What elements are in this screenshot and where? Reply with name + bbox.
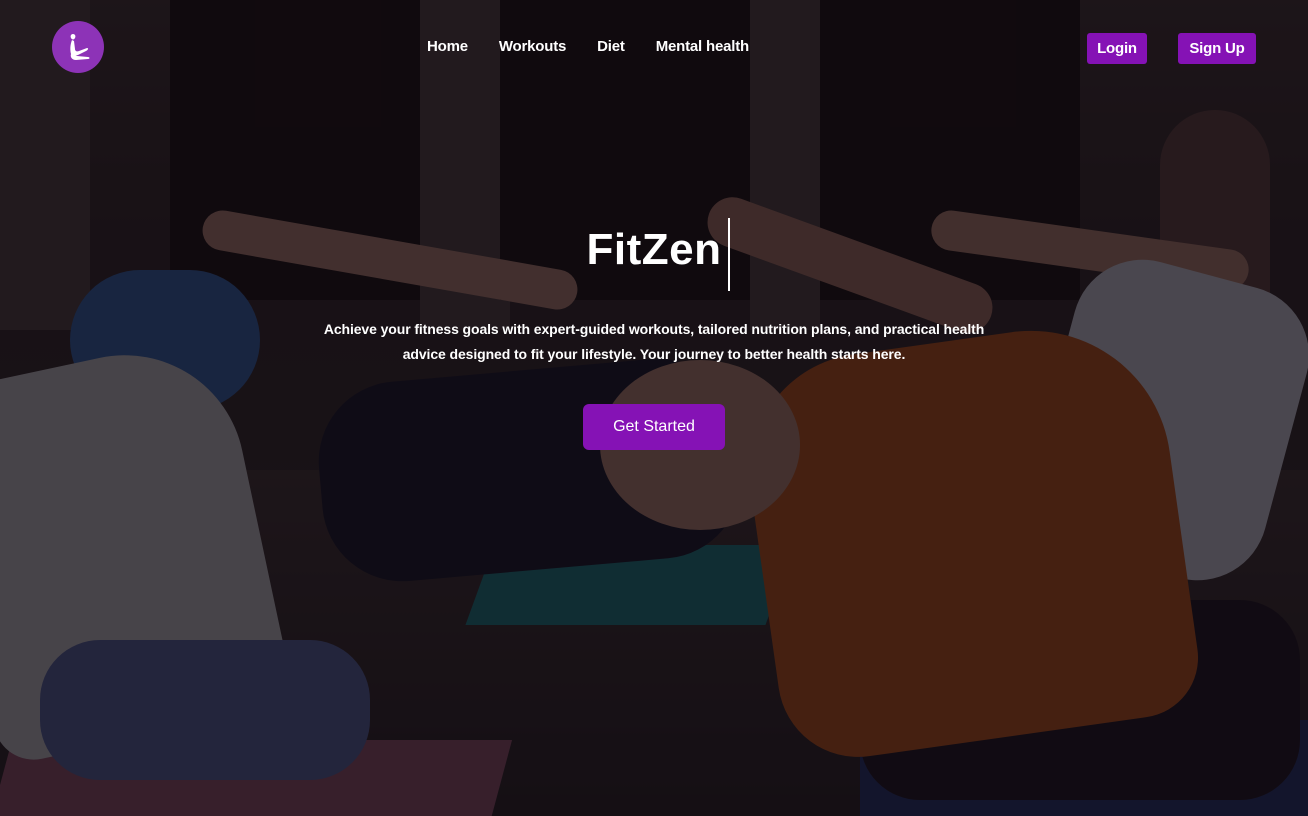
hero-subtitle: Achieve your fitness goals with expert-g…	[270, 317, 1038, 367]
top-navbar: Home Workouts Diet Mental health Login S…	[0, 0, 1308, 96]
hero-subtitle-line-2: advice designed to fit your lifestyle. Y…	[402, 346, 906, 362]
hero-subtitle-line-1: Achieve your fitness goals with expert-g…	[323, 321, 985, 337]
yoga-pose-icon	[70, 34, 90, 60]
nav-link-diet[interactable]: Diet	[597, 38, 625, 55]
main-nav: Home Workouts Diet Mental health	[427, 38, 780, 55]
typing-caret	[728, 218, 730, 291]
nav-link-home[interactable]: Home	[427, 38, 468, 55]
signup-button[interactable]: Sign Up	[1178, 33, 1256, 64]
brand-logo[interactable]	[52, 21, 104, 73]
nav-link-workouts[interactable]: Workouts	[499, 38, 566, 55]
nav-link-mental-health[interactable]: Mental health	[656, 38, 749, 55]
get-started-button[interactable]: Get Started	[583, 404, 725, 450]
hero-title: FitZen	[586, 225, 722, 274]
login-button[interactable]: Login	[1087, 33, 1147, 64]
